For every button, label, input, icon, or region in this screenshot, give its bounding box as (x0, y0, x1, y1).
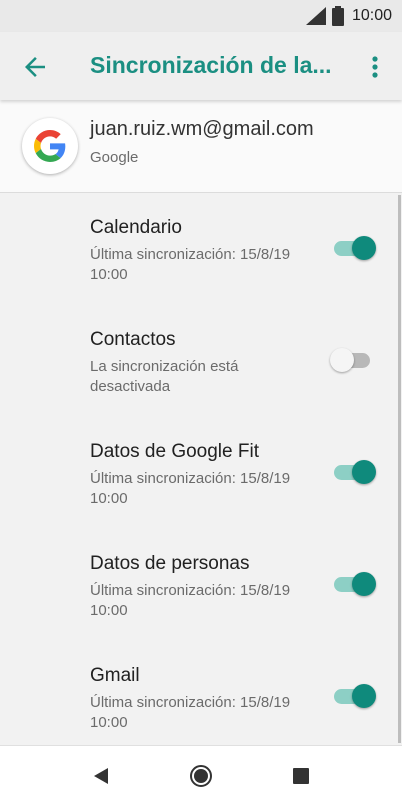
sync-item-summary: Última sincronización: 15/8/19 10:00 (90, 694, 291, 731)
nav-back-button[interactable] (86, 762, 116, 790)
signal-icon (305, 7, 326, 25)
navigation-bar (0, 745, 402, 805)
sync-item-contactos[interactable]: Contactos La sincronización está desacti… (0, 305, 402, 417)
nav-recents-icon (293, 768, 309, 784)
battery-icon (331, 6, 344, 26)
nav-recents-button[interactable] (286, 762, 316, 790)
sync-item-title: Datos de personas (90, 553, 250, 574)
sync-toggle-gmail[interactable] (330, 682, 378, 710)
status-bar: 10:00 (0, 0, 402, 32)
back-button[interactable] (20, 52, 50, 82)
scrollbar[interactable] (398, 195, 401, 743)
sync-item-google-fit[interactable]: Datos de Google Fit Última sincronizació… (0, 417, 402, 529)
nav-back-icon (94, 768, 108, 784)
sync-item-personas[interactable]: Datos de personas Última sincronización:… (0, 529, 402, 641)
sync-item-summary: Última sincronización: 15/8/19 10:00 (90, 582, 291, 619)
sync-list: Calendario Última sincronización: 15/8/1… (0, 193, 402, 745)
nav-home-button[interactable] (186, 762, 216, 790)
account-provider: Google (90, 149, 139, 166)
avatar (22, 118, 78, 174)
google-logo-icon (34, 130, 66, 162)
sync-item-title: Gmail (90, 665, 140, 686)
sync-toggle-calendario[interactable] (330, 234, 378, 262)
sync-toggle-personas[interactable] (330, 570, 378, 598)
sync-item-title: Calendario (90, 217, 182, 238)
nav-home-icon (190, 765, 212, 787)
sync-item-summary: Última sincronización: 15/8/19 10:00 (90, 246, 291, 283)
page-title: Sincronización de la... (90, 52, 332, 78)
status-time: 10:00 (351, 7, 392, 24)
sync-item-gmail[interactable]: Gmail Última sincronización: 15/8/19 10:… (0, 641, 402, 745)
sync-toggle-google-fit[interactable] (330, 458, 378, 486)
sync-item-title: Datos de Google Fit (90, 441, 259, 462)
account-header: juan.ruiz.wm@gmail.com Google (0, 100, 402, 193)
app-bar: Sincronización de la... (0, 32, 402, 100)
sync-toggle-contactos[interactable] (330, 346, 378, 374)
overflow-menu-button[interactable] (362, 52, 388, 82)
account-email: juan.ruiz.wm@gmail.com (90, 118, 314, 140)
sync-item-title: Contactos (90, 329, 176, 350)
arrow-left-icon (25, 57, 45, 77)
status-icons: 10:00 (305, 6, 392, 26)
more-vert-icon (372, 56, 378, 78)
sync-item-summary: La sincronización está desactivada (90, 358, 239, 395)
sync-item-calendario[interactable]: Calendario Última sincronización: 15/8/1… (0, 193, 402, 305)
sync-item-summary: Última sincronización: 15/8/19 10:00 (90, 470, 291, 507)
